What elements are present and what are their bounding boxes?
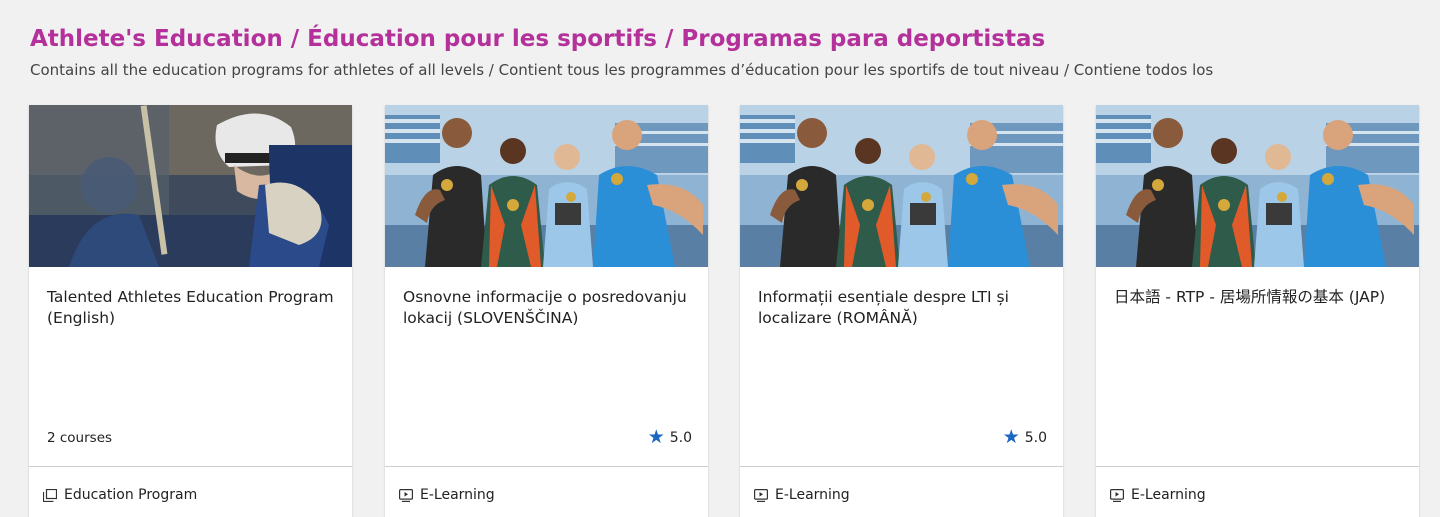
card-title[interactable]: 日本語 - RTP - 居場所情報の基本 (JAP) <box>1114 287 1404 308</box>
card-title[interactable]: Osnovne informacije o posredovanju lokac… <box>403 287 693 329</box>
card-image-athletes[interactable] <box>740 105 1063 267</box>
card-type: Education Program <box>43 487 197 503</box>
hockey-player-photo <box>29 105 352 267</box>
star-icon: ★ <box>647 426 665 448</box>
education-section: Athlete's Education / Éducation pour les… <box>0 0 1440 517</box>
section-subtitle: Contains all the education programs for … <box>30 61 1214 79</box>
card-divider <box>385 466 708 467</box>
card-divider <box>740 466 1063 467</box>
card-type-label: E-Learning <box>775 487 850 503</box>
section-title[interactable]: Athlete's Education / Éducation pour les… <box>30 26 1045 52</box>
star-icon: ★ <box>1002 426 1020 448</box>
athletes-with-medals-photo <box>385 105 708 267</box>
card-type-label: Education Program <box>64 487 198 503</box>
card-rating: ★ 5.0 <box>1003 428 1047 447</box>
card-divider <box>1096 466 1419 467</box>
card-type: E-Learning <box>1110 487 1206 503</box>
card-type: E-Learning <box>754 487 850 503</box>
card-image-hockey[interactable] <box>29 105 352 267</box>
program-card-talented-athletes[interactable]: Talented Athletes Education Program (Eng… <box>29 105 352 517</box>
course-count: 2 courses <box>47 430 113 446</box>
card-type-label: E-Learning <box>1131 487 1206 503</box>
course-card-romana[interactable]: Informații esențiale despre LTI și local… <box>740 105 1063 517</box>
card-divider <box>29 466 352 467</box>
card-type: E-Learning <box>399 487 495 503</box>
course-card-slovenscina[interactable]: Osnovne informacije o posredovanju lokac… <box>385 105 708 517</box>
card-image-athletes[interactable] <box>1096 105 1419 267</box>
card-type-label: E-Learning <box>420 487 495 503</box>
card-title[interactable]: Informații esențiale despre LTI și local… <box>758 287 1048 329</box>
education-program-icon <box>43 488 57 502</box>
e-learning-icon <box>754 488 768 502</box>
e-learning-icon <box>1110 488 1124 502</box>
card-rating: ★ 5.0 <box>648 428 692 447</box>
course-card-japanese[interactable]: 日本語 - RTP - 居場所情報の基本 (JAP) E-Learning <box>1096 105 1419 517</box>
athletes-with-medals-photo <box>740 105 1063 267</box>
card-image-athletes[interactable] <box>385 105 708 267</box>
rating-value: 5.0 <box>1024 429 1047 446</box>
card-title[interactable]: Talented Athletes Education Program (Eng… <box>47 287 337 329</box>
rating-value: 5.0 <box>669 429 692 446</box>
athletes-with-medals-photo <box>1096 105 1419 267</box>
e-learning-icon <box>399 488 413 502</box>
